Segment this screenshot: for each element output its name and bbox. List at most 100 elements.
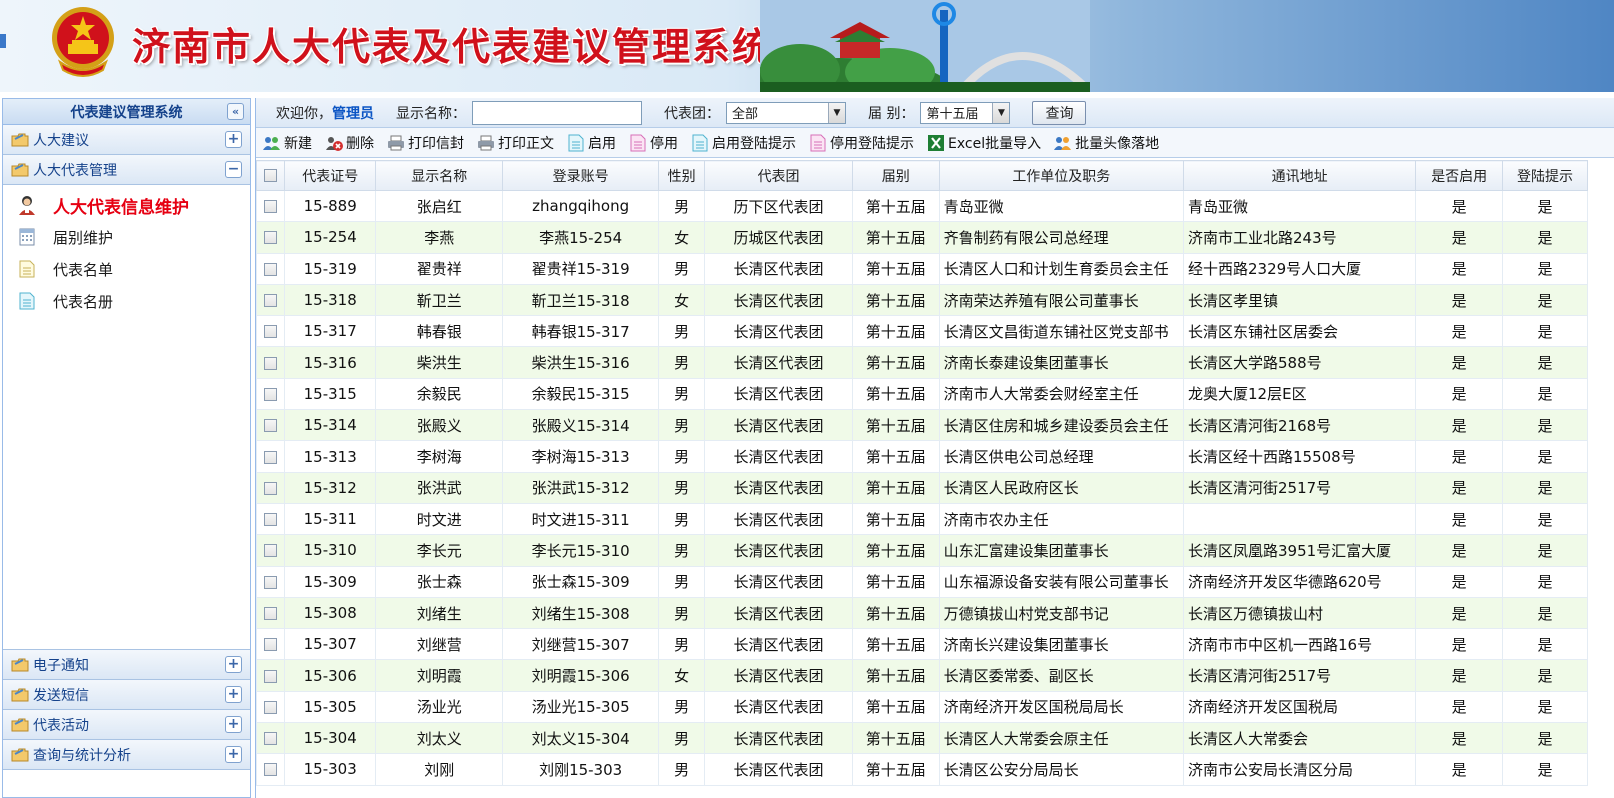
new-button[interactable]: 新建: [262, 133, 312, 153]
table-row[interactable]: 15-313 李树海 李树海15-313 男长清区代表团 第十五届 长清区供电公司总经理长…: [256, 440, 1588, 473]
table-row[interactable]: 15-317 韩春银 韩春银15-317 男长清区代表团 第十五届 长清区文昌街道东铺社区…: [256, 315, 1588, 348]
column-header[interactable]: 通讯地址: [1182, 160, 1417, 191]
expand-icon[interactable]: +: [225, 131, 242, 148]
disable-login-tip-button[interactable]: 停用登陆提示: [808, 133, 914, 153]
row-checkbox[interactable]: [264, 200, 278, 214]
table-cell: 15-308: [284, 596, 377, 630]
row-checkbox[interactable]: [264, 231, 278, 245]
row-checkbox-cell: [256, 315, 286, 348]
column-header[interactable]: 性别: [657, 160, 706, 191]
sidebar-item-daibiao-mingdan[interactable]: 代表名单: [3, 253, 250, 285]
print-envelope-label: 打印信封: [408, 135, 464, 152]
chevron-down-icon[interactable]: ▼: [828, 102, 845, 123]
printer-icon: [476, 134, 496, 152]
query-button[interactable]: 查询: [1032, 100, 1087, 125]
select-all-checkbox[interactable]: [264, 169, 278, 182]
row-checkbox[interactable]: [264, 513, 278, 527]
column-header[interactable]: 代表证号: [284, 160, 377, 191]
table-cell: 长清区公安分局局长: [938, 753, 1185, 786]
table-row[interactable]: 15-307 刘继营 刘继营15-307 男长清区代表团 第十五届 济南长兴建设集团董事长…: [256, 628, 1588, 661]
delete-button[interactable]: 删除: [324, 133, 374, 153]
row-checkbox[interactable]: [264, 325, 278, 339]
row-checkbox[interactable]: [264, 575, 278, 589]
table-row[interactable]: 15-889 张启红 zhangqihong 男历下区代表团 第十五届 青岛亚微 青岛亚微是…: [256, 189, 1588, 223]
expand-icon[interactable]: +: [225, 686, 242, 703]
enable-login-tip-button[interactable]: 启用登陆提示: [690, 133, 796, 153]
display-name-input[interactable]: [472, 100, 642, 125]
table-row[interactable]: 15-315 余毅民 余毅民15-315 男长清区代表团 第十五届 济南市人大常委会财经室…: [256, 377, 1588, 411]
column-header[interactable]: 登陆提示: [1502, 160, 1588, 191]
delegation-select[interactable]: 全部 ▼: [726, 101, 846, 124]
table-cell: 15-312: [284, 471, 377, 504]
print-body-button[interactable]: 打印正文: [476, 133, 554, 153]
row-checkbox[interactable]: [264, 450, 278, 464]
sidebar-panel-chaxun-tongji[interactable]: 查询与统计分析 +: [3, 740, 250, 770]
collapse-icon[interactable]: −: [225, 161, 242, 178]
sidebar-item-jiebie-weihu[interactable]: 届别维护: [3, 221, 250, 253]
current-user[interactable]: 管理员: [332, 103, 374, 123]
row-checkbox[interactable]: [264, 387, 278, 401]
column-header[interactable]: 登录账号: [502, 160, 659, 191]
table-cell: 第十五届: [851, 315, 940, 348]
row-checkbox[interactable]: [264, 262, 278, 276]
table-row[interactable]: 15-319 翟贵祥 翟贵祥15-319 男长清区代表团 第十五届 长清区人口和计划生育委…: [256, 252, 1588, 285]
excel-import-button[interactable]: Excel批量导入: [926, 133, 1041, 153]
table-row[interactable]: 15-314 张殿义 张殿义15-314 男长清区代表团 第十五届 长清区住房和城乡建设委…: [256, 409, 1588, 442]
table-row[interactable]: 15-311 时文进 时文进15-311 男长清区代表团 第十五届 济南市农办主任 是是: [256, 502, 1588, 536]
table-cell: 女: [657, 659, 706, 692]
table-row[interactable]: 15-318 靳卫兰 靳卫兰15-318 女长清区代表团 第十五届 济南荣达养殖有限公司董…: [256, 283, 1588, 317]
printer-icon: [386, 134, 406, 152]
sidebar-panel-fasong-duanxin[interactable]: 发送短信 +: [3, 680, 250, 710]
expand-icon[interactable]: +: [225, 656, 242, 673]
table-row[interactable]: 15-303 刘刚 刘刚15-303 男长清区代表团 第十五届 长清区公安分局局长 济南市公…: [256, 753, 1588, 786]
table-row[interactable]: 15-309 张士森 张士森15-309 男长清区代表团 第十五届 山东福源设备安装有限公…: [256, 565, 1588, 598]
column-header[interactable]: 代表团: [704, 160, 853, 191]
row-checkbox[interactable]: [264, 356, 278, 370]
table-cell: 张士森15-309: [502, 565, 659, 598]
column-header[interactable]: 显示名称: [375, 160, 504, 191]
table-cell: 汤业光: [375, 690, 504, 724]
print-envelope-button[interactable]: 打印信封: [386, 133, 464, 153]
table-row[interactable]: 15-306 刘明霞 刘明霞15-306 女长清区代表团 第十五届 长清区委常委、副区长长…: [256, 659, 1588, 692]
table-row[interactable]: 15-316 柴洪生 柴洪生15-316 男长清区代表团 第十五届 济南长泰建设集团董事长…: [256, 346, 1588, 379]
collapse-sidebar-icon[interactable]: «: [227, 103, 244, 120]
row-checkbox[interactable]: [264, 544, 278, 558]
row-checkbox[interactable]: [264, 294, 278, 308]
row-checkbox[interactable]: [264, 638, 278, 652]
row-checkbox[interactable]: [264, 732, 278, 746]
table-cell: 青岛亚微: [938, 189, 1185, 223]
disable-button[interactable]: 停用: [628, 133, 678, 153]
table-cell: 是: [1502, 346, 1588, 379]
table-cell: 齐鲁制药有限公司总经理: [938, 221, 1185, 254]
row-checkbox[interactable]: [264, 481, 278, 495]
session-select[interactable]: 第十五届 ▼: [920, 101, 1011, 124]
sidebar-panel-dianzi-tongzhi[interactable]: 电子通知 +: [3, 650, 250, 680]
table-row[interactable]: 15-304 刘太义 刘太义15-304 男长清区代表团 第十五届 长清区人大常委会原主任…: [256, 722, 1588, 755]
sidebar-item-daibiao-xinxi-weihu[interactable]: 人大代表信息维护: [3, 189, 250, 221]
sidebar-item-daibiao-mingce[interactable]: 代表名册: [3, 285, 250, 317]
row-checkbox[interactable]: [264, 700, 278, 714]
column-header[interactable]: 工作单位及职务: [938, 160, 1185, 191]
row-checkbox[interactable]: [264, 419, 278, 433]
enable-button[interactable]: 启用: [566, 133, 616, 153]
sidebar-panel-daibiao-guanli[interactable]: 人大代表管理 −: [3, 155, 250, 185]
chevron-down-icon[interactable]: ▼: [992, 102, 1010, 123]
expand-icon[interactable]: +: [225, 716, 242, 733]
table-row[interactable]: 15-308 刘绪生 刘绪生15-308 男长清区代表团 第十五届 万德镇拔山村党支部书记…: [256, 596, 1588, 630]
row-checkbox[interactable]: [264, 607, 278, 620]
table-row[interactable]: 15-312 张洪武 张洪武15-312 男长清区代表团 第十五届 长清区人民政府区长 长清…: [256, 471, 1588, 504]
column-header[interactable]: 是否启用: [1415, 160, 1504, 191]
sidebar-panel-daibiao-huodong[interactable]: 代表活动 +: [3, 710, 250, 740]
table-cell: 是: [1415, 409, 1504, 442]
table-cell: 长清区孝里镇: [1182, 283, 1417, 317]
row-checkbox[interactable]: [264, 763, 278, 777]
table-row[interactable]: 15-254 李燕 李燕15-254 女历城区代表团 第十五届 齐鲁制药有限公司总经理 济南…: [256, 221, 1588, 254]
table-row[interactable]: 15-305 汤业光 汤业光15-305 男长清区代表团 第十五届 济南经济开发区国税局局…: [256, 690, 1588, 724]
expand-icon[interactable]: +: [225, 746, 242, 763]
sidebar-panel-renda-jianyi[interactable]: 人大建议 +: [3, 125, 250, 155]
batch-avatar-button[interactable]: 批量头像落地: [1053, 133, 1159, 153]
column-header[interactable]: 届别: [851, 160, 940, 191]
table-row[interactable]: 15-310 李长元 李长元15-310 男长清区代表团 第十五届 山东汇富建设集团董事长…: [256, 534, 1588, 567]
table-cell: 经十西路2329号人口大厦: [1182, 252, 1417, 285]
row-checkbox[interactable]: [264, 669, 278, 683]
